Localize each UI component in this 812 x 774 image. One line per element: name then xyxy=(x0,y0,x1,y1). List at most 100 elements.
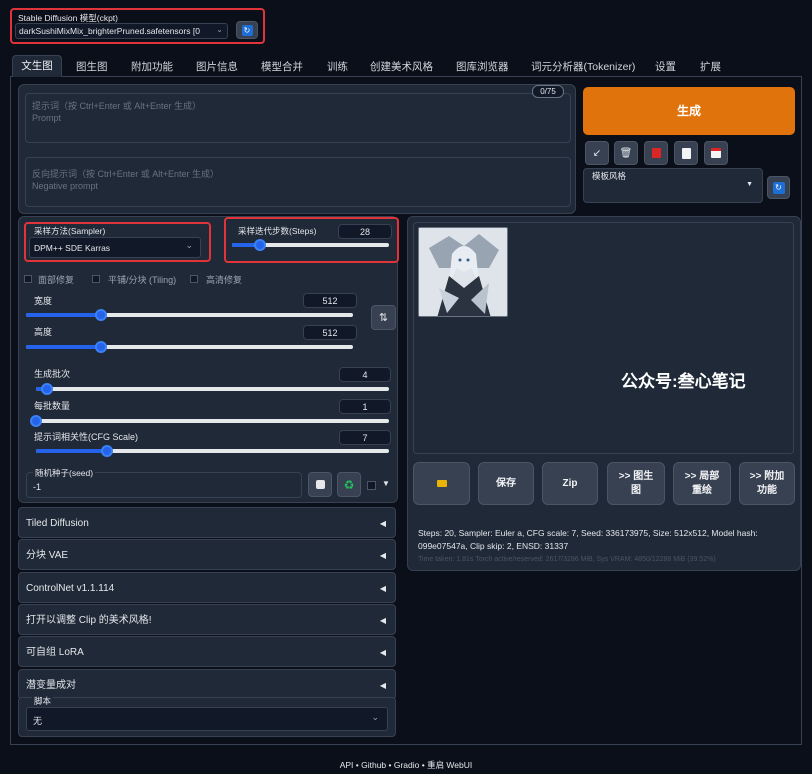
height-label: 高度 xyxy=(34,327,53,337)
send-to-img2img-button[interactable]: >> 图生图 xyxy=(607,462,665,505)
caret-down-icon: ▼ xyxy=(746,181,753,188)
info-line-1: Steps: 20, Sampler: Euler a, CFG scale: … xyxy=(418,528,758,538)
info-line-3: Time taken: 1.81s Torch active/reserved:… xyxy=(418,556,716,563)
zip-button[interactable]: Zip xyxy=(542,462,598,505)
swap-arrows-icon: ⇅ xyxy=(378,312,389,324)
random-seed-button[interactable] xyxy=(308,472,332,497)
open-folder-button[interactable] xyxy=(413,462,470,505)
refresh-icon: ↻ xyxy=(772,181,785,194)
accordion-tiled-vae[interactable]: 分块 VAE ◀ xyxy=(18,539,396,570)
tab-settings[interactable]: 设置 xyxy=(655,57,676,77)
negative-placeholder: 反向提示词（按 Ctrl+Enter 或 Alt+Enter 生成） xyxy=(32,169,220,179)
caret-left-icon: ◀ xyxy=(379,519,386,528)
tab-train[interactable]: 训练 xyxy=(327,57,348,77)
accordion-tiled-diffusion[interactable]: Tiled Diffusion ◀ xyxy=(18,507,396,538)
height-slider-fill xyxy=(26,345,102,349)
width-slider[interactable] xyxy=(26,309,353,321)
style-selector[interactable]: 模板风格 ▼ xyxy=(583,168,763,203)
save-style-button[interactable] xyxy=(704,141,728,165)
steps-label: 采样迭代步数(Steps) xyxy=(238,226,317,236)
checkpoint-value: darkSushiMixMix_brighterPruned.safetenso… xyxy=(19,26,200,36)
clipboard-icon xyxy=(681,147,691,159)
clear-prompt-button[interactable]: 🗑 xyxy=(614,141,638,165)
caret-left-icon: ◀ xyxy=(379,616,386,625)
extra-networks-button[interactable] xyxy=(644,141,668,165)
watermark-text: 公众号:叁心笔记 xyxy=(621,372,746,391)
seed-value: -1 xyxy=(33,482,42,492)
cfg-value[interactable]: 7 xyxy=(339,430,391,445)
accordion-lora[interactable]: 可自组 LoRA ◀ xyxy=(18,636,396,667)
style-label: 模板风格 xyxy=(592,171,627,181)
chevron-down-icon: ⌄ xyxy=(371,712,379,722)
apply-style-button[interactable] xyxy=(674,141,698,165)
batch-size-slider[interactable] xyxy=(30,415,389,427)
chevron-down-icon: ⌄ xyxy=(185,240,193,250)
tab-png-info[interactable]: 图片信息 xyxy=(196,57,238,77)
batch-size-label: 每批数量 xyxy=(34,401,71,411)
prompt-placeholder: 提示词（按 Ctrl+Enter 或 Alt+Enter 生成） xyxy=(32,101,202,111)
extra-seed-checkbox[interactable] xyxy=(367,481,376,490)
width-slider-fill xyxy=(26,313,102,317)
tab-extras[interactable]: 附加功能 xyxy=(131,57,173,77)
reuse-seed-button[interactable]: ♻ xyxy=(337,472,361,497)
cfg-slider-knob[interactable] xyxy=(100,445,113,457)
tab-img2img[interactable]: 图生图 xyxy=(76,57,108,77)
tab-create-style[interactable]: 创建美术风格 xyxy=(370,57,433,77)
tab-tokenizer[interactable]: 词元分析器(Tokenizer) xyxy=(531,57,635,77)
steps-value[interactable]: 28 xyxy=(338,224,392,239)
generation-info: Steps: 20, Sampler: Euler a, CFG scale: … xyxy=(418,527,796,566)
generate-button[interactable]: 生成 xyxy=(583,87,795,135)
send-to-inpaint-button[interactable]: >> 局部重绘 xyxy=(673,462,731,505)
script-label: 脚本 xyxy=(32,695,54,707)
height-slider[interactable] xyxy=(26,341,353,353)
send-to-extras-button[interactable]: >> 附加功能 xyxy=(739,462,795,505)
width-value[interactable]: 512 xyxy=(303,293,357,308)
accordion-clip-style[interactable]: 打开以调整 Clip 的美术风格! ◀ xyxy=(18,604,396,635)
arrow-diagonal-icon: ↙ xyxy=(592,147,602,159)
caret-left-icon: ◀ xyxy=(379,584,386,593)
batch-count-slider-knob[interactable] xyxy=(40,383,53,395)
tab-txt2img[interactable]: 文生图 xyxy=(12,55,62,77)
batch-size-slider-knob[interactable] xyxy=(30,415,42,427)
batch-count-value[interactable]: 4 xyxy=(339,367,391,382)
anime-girl-illustration xyxy=(419,228,507,316)
caret-down-icon[interactable]: ▼ xyxy=(382,479,390,488)
accordion-label: 潜变量成对 xyxy=(26,680,76,691)
tab-extensions[interactable]: 扩展 xyxy=(700,57,721,77)
prompt-input[interactable]: 提示词（按 Ctrl+Enter 或 Alt+Enter 生成） Prompt xyxy=(25,93,571,143)
negative-prompt-input[interactable]: 反向提示词（按 Ctrl+Enter 或 Alt+Enter 生成） Negat… xyxy=(25,157,571,207)
batch-size-value[interactable]: 1 xyxy=(339,399,391,414)
read-params-button[interactable]: ↙ xyxy=(585,141,609,165)
footer-links[interactable]: API • Github • Gradio • 重启 WebUI xyxy=(0,759,812,771)
dice-icon xyxy=(315,480,325,489)
tab-image-browser[interactable]: 图库浏览器 xyxy=(456,57,509,77)
height-value[interactable]: 512 xyxy=(303,325,357,340)
refresh-styles-button[interactable]: ↻ xyxy=(767,176,790,199)
script-dropdown[interactable]: 无 ⌄ xyxy=(26,707,388,731)
token-counter: 0/75 xyxy=(532,85,564,98)
sampler-dropdown[interactable]: DPM++ SDE Karras ⌄ xyxy=(29,237,201,258)
save-button[interactable]: 保存 xyxy=(478,462,534,505)
cfg-slider[interactable] xyxy=(36,445,389,457)
flag-icon xyxy=(651,148,661,158)
accordion-label: 可自组 LoRA xyxy=(26,647,84,658)
refresh-checkpoint-button[interactable]: ↻ xyxy=(236,21,258,39)
accordion-controlnet[interactable]: ControlNet v1.1.114 ◀ xyxy=(18,572,396,603)
steps-slider[interactable] xyxy=(232,239,389,251)
hires-fix-checkbox[interactable] xyxy=(190,275,198,283)
generated-image-thumbnail[interactable] xyxy=(418,227,508,317)
script-value: 无 xyxy=(33,716,43,726)
chevron-down-icon: ⌄ xyxy=(216,25,223,34)
refresh-icon: ↻ xyxy=(241,24,253,36)
checkpoint-dropdown[interactable]: darkSushiMixMix_brighterPruned.safetenso… xyxy=(15,23,228,39)
cfg-slider-fill xyxy=(36,449,107,453)
tab-checkpoint-merger[interactable]: 模型合并 xyxy=(261,57,303,77)
batch-count-slider[interactable] xyxy=(36,383,389,395)
face-restore-checkbox[interactable] xyxy=(24,275,32,283)
negative-placeholder-en: Negative prompt xyxy=(32,181,99,191)
sampler-label: 采样方法(Sampler) xyxy=(34,226,106,236)
tiling-checkbox[interactable] xyxy=(92,275,100,283)
accordion-latent-couple[interactable]: 潜变量成对 ◀ xyxy=(18,669,396,700)
seed-input[interactable]: 随机种子(seed) -1 xyxy=(26,467,302,498)
swap-dimensions-button[interactable]: ⇅ xyxy=(371,305,396,330)
